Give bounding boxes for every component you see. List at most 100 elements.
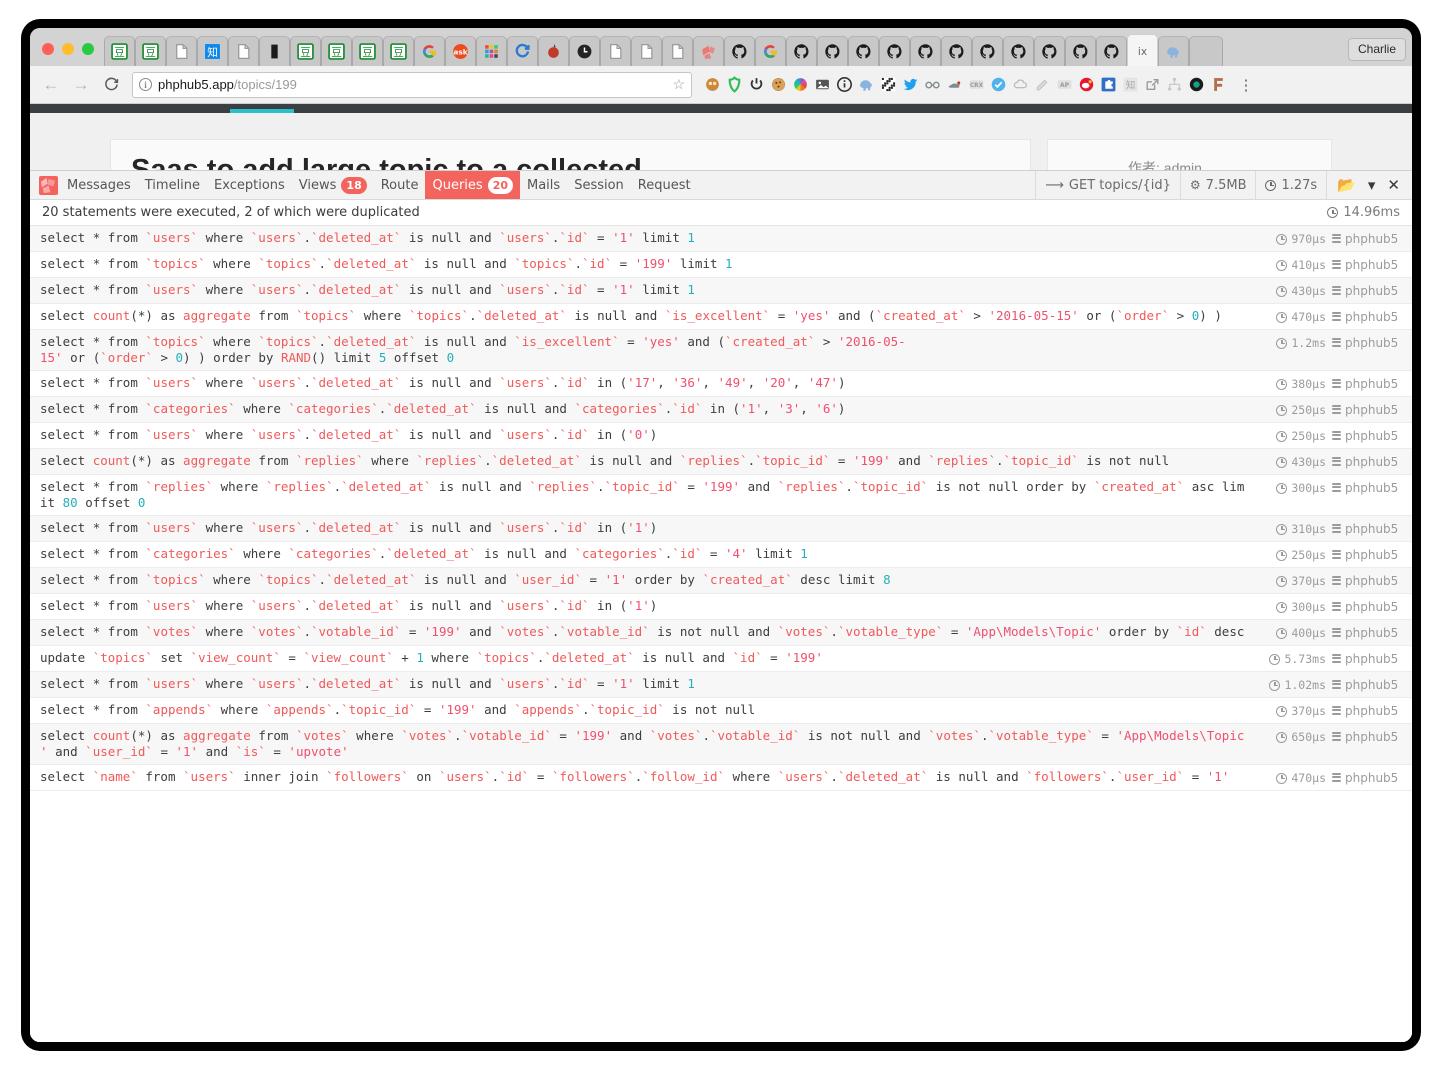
- cookie-icon[interactable]: [768, 74, 789, 95]
- query-row[interactable]: select * from `users` where `users`.`del…: [30, 594, 1412, 620]
- query-row[interactable]: select * from `topics` where `topics`.`d…: [30, 568, 1412, 594]
- maximize-window-button[interactable]: [82, 43, 94, 55]
- query-row[interactable]: select * from `users` where `users`.`del…: [30, 278, 1412, 304]
- browser-tab[interactable]: [476, 36, 507, 66]
- query-row[interactable]: select * from `replies` where `replies`.…: [30, 475, 1412, 516]
- route-indicator[interactable]: ⟶ GET topics/{id}: [1035, 171, 1180, 199]
- reload-icon[interactable]: [98, 72, 124, 98]
- browser-tab[interactable]: [569, 36, 600, 66]
- browser-tab[interactable]: 豆: [321, 36, 352, 66]
- memory-indicator[interactable]: ⚙ 7.5MB: [1179, 171, 1256, 199]
- browser-tab[interactable]: 知: [197, 36, 228, 66]
- query-row[interactable]: select * from `users` where `users`.`del…: [30, 226, 1412, 252]
- crx-icon[interactable]: CRX: [966, 74, 987, 95]
- browser-tab[interactable]: [600, 36, 631, 66]
- sitemap-icon[interactable]: [1164, 74, 1185, 95]
- query-row[interactable]: select * from `appends` where `appends`.…: [30, 698, 1412, 724]
- shield-green-icon[interactable]: [724, 74, 745, 95]
- query-row[interactable]: select * from `categories` where `catego…: [30, 397, 1412, 423]
- browser-tab[interactable]: [941, 36, 972, 66]
- power-icon[interactable]: [746, 74, 767, 95]
- browser-tab[interactable]: [228, 36, 259, 66]
- debugbar-tab-views[interactable]: Views 18: [292, 171, 374, 199]
- image-icon[interactable]: [812, 74, 833, 95]
- browser-tab[interactable]: ask: [445, 36, 476, 66]
- browser-tab[interactable]: [1158, 36, 1189, 66]
- browser-tab[interactable]: [693, 36, 724, 66]
- browser-tab[interactable]: 豆: [383, 36, 414, 66]
- browser-tab[interactable]: [166, 36, 197, 66]
- query-row[interactable]: select count(*) as aggregate from `repli…: [30, 449, 1412, 475]
- weibo-icon[interactable]: [1076, 74, 1097, 95]
- query-row[interactable]: select * from `users` where `users`.`del…: [30, 371, 1412, 397]
- color-wheel-icon[interactable]: [790, 74, 811, 95]
- f-icon[interactable]: [1208, 74, 1229, 95]
- browser-tab[interactable]: [414, 36, 445, 66]
- debugbar-tab-timeline[interactable]: Timeline: [138, 171, 207, 199]
- bird-icon[interactable]: [944, 74, 965, 95]
- eye-dark-icon[interactable]: [1186, 74, 1207, 95]
- laravel-logo-icon[interactable]: [30, 171, 60, 199]
- debugbar-tab-exceptions[interactable]: Exceptions: [207, 171, 292, 199]
- request-time-indicator[interactable]: 1.27s: [1255, 171, 1326, 199]
- browser-tab[interactable]: 豆: [352, 36, 383, 66]
- browser-tab[interactable]: [1034, 36, 1065, 66]
- browser-tab[interactable]: [910, 36, 941, 66]
- browser-tab[interactable]: [724, 36, 755, 66]
- query-row[interactable]: select * from `users` where `users`.`del…: [30, 516, 1412, 542]
- browser-tab[interactable]: [259, 36, 290, 66]
- browser-tab[interactable]: [538, 36, 569, 66]
- close-x-icon[interactable]: ✕: [1387, 176, 1400, 194]
- query-row[interactable]: select * from `topics` where `topics`.`d…: [30, 252, 1412, 278]
- browser-tab[interactable]: [755, 36, 786, 66]
- browser-tab-empty[interactable]: [1189, 36, 1223, 66]
- browser-tab[interactable]: [1096, 36, 1127, 66]
- debugbar-tab-request[interactable]: Request: [631, 171, 698, 199]
- bookmark-star-icon[interactable]: ☆: [672, 76, 685, 93]
- browser-tab[interactable]: 豆: [135, 36, 166, 66]
- browser-tab[interactable]: [507, 36, 538, 66]
- site-info-icon[interactable]: i: [139, 78, 152, 91]
- query-row[interactable]: select * from `users` where `users`.`del…: [30, 423, 1412, 449]
- monkey-icon[interactable]: [702, 74, 723, 95]
- browser-tab[interactable]: [1065, 36, 1096, 66]
- qrcode-icon[interactable]: [878, 74, 899, 95]
- check-badge-icon[interactable]: [988, 74, 1009, 95]
- browser-tab[interactable]: [786, 36, 817, 66]
- browser-tab[interactable]: [848, 36, 879, 66]
- back-arrow-icon[interactable]: ←: [38, 72, 64, 98]
- query-row[interactable]: select `name` from `users` inner join `f…: [30, 765, 1412, 791]
- query-row[interactable]: select * from `topics` where `topics`.`d…: [30, 330, 1412, 371]
- query-row[interactable]: select * from `votes` where `votes`.`vot…: [30, 620, 1412, 646]
- debugbar-tab-messages[interactable]: Messages: [60, 171, 138, 199]
- profile-button[interactable]: Charlie: [1347, 38, 1406, 61]
- chevron-down-icon[interactable]: ▾: [1368, 176, 1376, 194]
- external-link-icon[interactable]: [1142, 74, 1163, 95]
- info-circle-icon[interactable]: [834, 74, 855, 95]
- chrome-menu-icon[interactable]: ⋮: [1233, 72, 1259, 98]
- forward-arrow-icon[interactable]: →: [68, 72, 94, 98]
- browser-tab[interactable]: 豆: [104, 36, 135, 66]
- browser-tab[interactable]: [879, 36, 910, 66]
- twitter-icon[interactable]: [900, 74, 921, 95]
- browser-tab[interactable]: [1003, 36, 1034, 66]
- query-row[interactable]: select count(*) as aggregate from `votes…: [30, 724, 1412, 765]
- folder-icon[interactable]: 📂: [1337, 176, 1356, 194]
- debugbar-tab-route[interactable]: Route: [374, 171, 426, 199]
- address-bar[interactable]: i phphub5.app/topics/199 ☆: [132, 71, 692, 98]
- query-row[interactable]: update `topics` set `view_count` = `view…: [30, 646, 1412, 672]
- debugbar-tab-queries[interactable]: Queries 20: [425, 171, 520, 199]
- elephant-icon[interactable]: [856, 74, 877, 95]
- query-row[interactable]: select * from `categories` where `catego…: [30, 542, 1412, 568]
- browser-tab[interactable]: [662, 36, 693, 66]
- ap-icon[interactable]: AP: [1054, 74, 1075, 95]
- close-window-button[interactable]: [42, 43, 54, 55]
- puzzle-icon[interactable]: [1098, 74, 1119, 95]
- debugbar-tab-mails[interactable]: Mails: [520, 171, 567, 199]
- query-row[interactable]: select * from `users` where `users`.`del…: [30, 672, 1412, 698]
- query-row[interactable]: select count(*) as aggregate from `topic…: [30, 304, 1412, 330]
- minimize-window-button[interactable]: [62, 43, 74, 55]
- browser-tab[interactable]: [972, 36, 1003, 66]
- paint-icon[interactable]: [1032, 74, 1053, 95]
- cloud-icon[interactable]: [1010, 74, 1031, 95]
